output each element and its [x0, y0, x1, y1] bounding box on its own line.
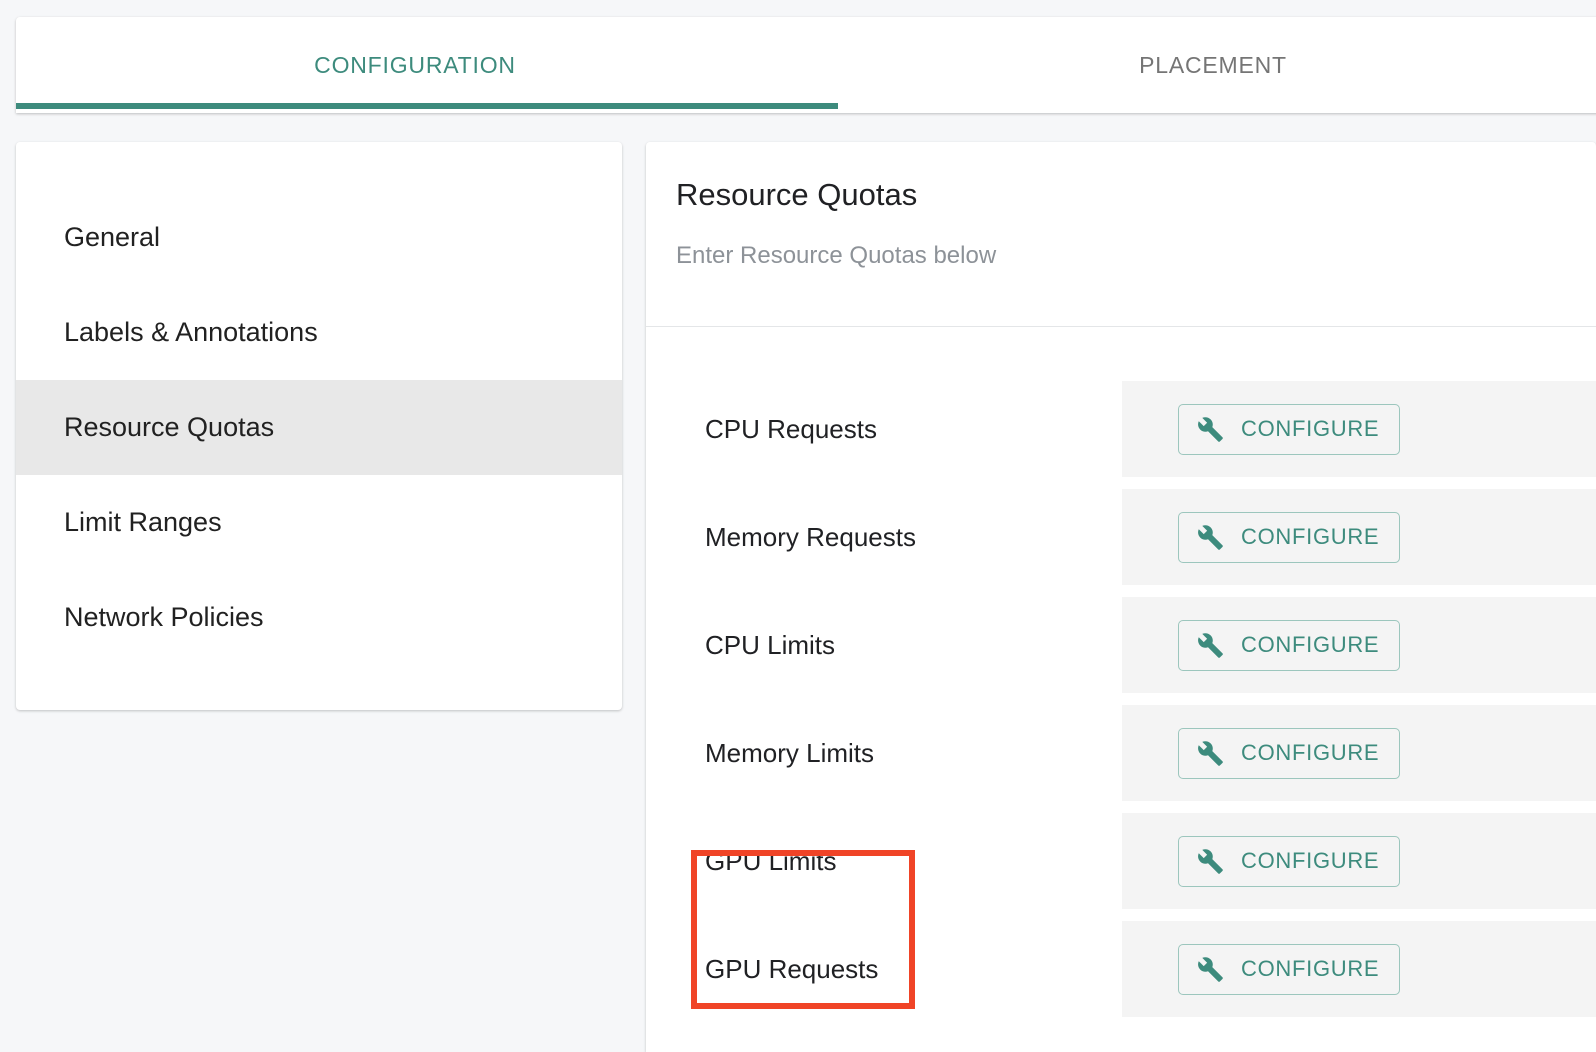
sidebar-item-labels-annotations[interactable]: Labels & Annotations [16, 285, 622, 380]
quota-row-memory-requests: Memory Requests CONFIGURE [646, 489, 1596, 585]
quota-row-memory-limits: Memory Limits CONFIGURE [646, 705, 1596, 801]
configure-button-memory-requests[interactable]: CONFIGURE [1178, 511, 1401, 563]
sidebar-item-network-policies[interactable]: Network Policies [16, 570, 622, 665]
quota-label: Memory Requests [705, 521, 916, 552]
resource-quotas-panel: Resource Quotas Enter Resource Quotas be… [646, 142, 1596, 1052]
configure-button-label: CONFIGURE [1241, 740, 1380, 765]
quota-action-cell: CONFIGURE [1122, 597, 1596, 693]
quota-row-cpu-requests: CPU Requests CONFIGURE [646, 381, 1596, 477]
tab-placement[interactable]: PLACEMENT [814, 17, 1596, 113]
sidebar-item-label: Network Policies [64, 602, 264, 632]
quota-action-cell: CONFIGURE [1122, 921, 1596, 1017]
sidebar-item-resource-quotas[interactable]: Resource Quotas [16, 380, 622, 475]
quota-row-list: CPU Requests CONFIGURE Memory Requests C… [646, 327, 1596, 1017]
panel-header: Resource Quotas Enter Resource Quotas be… [646, 142, 1596, 327]
wrench-icon [1197, 740, 1224, 767]
sidebar-item-label: General [64, 222, 161, 252]
sidebar-item-label: Resource Quotas [64, 412, 275, 442]
configure-button-cpu-limits[interactable]: CONFIGURE [1178, 619, 1401, 671]
quota-label: Memory Limits [705, 737, 875, 768]
configure-button-label: CONFIGURE [1241, 848, 1380, 873]
configure-button-memory-limits[interactable]: CONFIGURE [1178, 727, 1401, 779]
sidebar-item-label: Labels & Annotations [64, 317, 318, 347]
page-subtitle: Enter Resource Quotas below [676, 242, 997, 270]
wrench-icon [1197, 956, 1224, 983]
quota-label: GPU Requests [705, 953, 879, 984]
quota-label: CPU Requests [705, 413, 877, 444]
quota-row-gpu-limits: GPU Limits CONFIGURE [646, 813, 1596, 909]
sidebar-item-limit-ranges[interactable]: Limit Ranges [16, 475, 622, 570]
quota-action-cell: CONFIGURE [1122, 813, 1596, 909]
settings-nav-card: General Labels & Annotations Resource Qu… [16, 142, 622, 710]
configure-button-gpu-requests[interactable]: CONFIGURE [1178, 943, 1401, 995]
quota-action-cell: CONFIGURE [1122, 705, 1596, 801]
page-title: Resource Quotas [676, 177, 918, 212]
quota-action-cell: CONFIGURE [1122, 489, 1596, 585]
sidebar-item-general[interactable]: General [16, 190, 622, 285]
wrench-icon [1197, 632, 1224, 659]
quota-label: CPU Limits [705, 629, 836, 660]
configure-button-label: CONFIGURE [1241, 524, 1380, 549]
configure-button-label: CONFIGURE [1241, 416, 1380, 441]
wrench-icon [1197, 416, 1224, 443]
quota-action-cell: CONFIGURE [1122, 381, 1596, 477]
configure-button-label: CONFIGURE [1241, 632, 1380, 657]
active-tab-indicator [16, 103, 838, 109]
sidebar-item-label: Limit Ranges [64, 507, 222, 537]
quota-row-cpu-limits: CPU Limits CONFIGURE [646, 597, 1596, 693]
tab-configuration[interactable]: CONFIGURATION [16, 17, 814, 113]
quota-row-gpu-requests: GPU Requests CONFIGURE [646, 921, 1596, 1017]
quota-label: GPU Limits [705, 845, 837, 876]
configure-button-cpu-requests[interactable]: CONFIGURE [1178, 403, 1401, 455]
wrench-icon [1197, 848, 1224, 875]
tab-bar: CONFIGURATION PLACEMENT [16, 17, 1596, 113]
configure-button-gpu-limits[interactable]: CONFIGURE [1178, 835, 1401, 887]
configure-button-label: CONFIGURE [1241, 956, 1380, 981]
wrench-icon [1197, 524, 1224, 551]
